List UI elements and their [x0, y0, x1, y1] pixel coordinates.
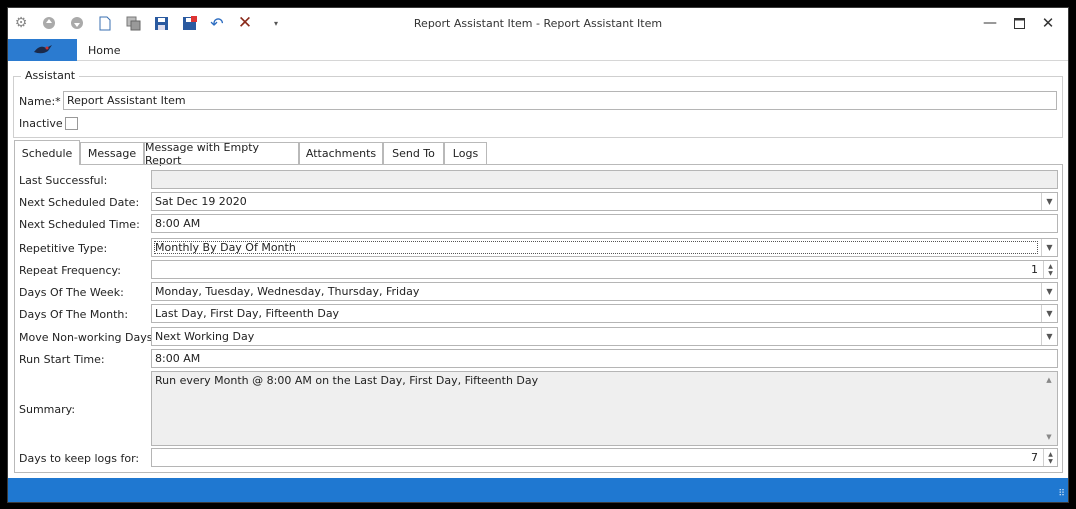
tab-message[interactable]: Message — [80, 142, 144, 164]
maximize-icon[interactable] — [1006, 13, 1032, 33]
repetitive-type-label: Repetitive Type: — [19, 242, 108, 255]
next-scheduled-date-field[interactable]: Sat Dec 19 2020 ▼ — [151, 192, 1058, 211]
repetitive-type-select[interactable]: Monthly By Day Of Month ▼ — [151, 238, 1058, 257]
repeat-frequency-value: 1 — [1031, 263, 1038, 276]
tab-home[interactable]: Home — [88, 44, 120, 57]
window-title: Report Assistant Item - Report Assistant… — [413, 17, 663, 30]
tab-send-to[interactable]: Send To — [383, 142, 444, 164]
days-keep-logs-value: 7 — [1031, 451, 1038, 464]
days-of-week-label: Days Of The Week: — [19, 286, 124, 299]
days-of-month-label: Days Of The Month: — [19, 308, 129, 321]
focus-rect — [152, 239, 1040, 256]
days-of-week-value: Monday, Tuesday, Wednesday, Thursday, Fr… — [155, 285, 420, 298]
close-icon[interactable]: ✕ — [1035, 13, 1061, 33]
summary-textarea[interactable]: Run every Month @ 8:00 AM on the Last Da… — [151, 371, 1058, 446]
tab-schedule[interactable]: Schedule — [14, 140, 80, 165]
report-assistant-window: ⚙ ↶ ✕ ▾ Report Assistant Item - Report A… — [7, 7, 1069, 503]
title-bar: ⚙ ↶ ✕ ▾ Report Assistant Item - Report A… — [8, 8, 1068, 39]
status-bar: ⠿ — [8, 478, 1068, 502]
tab-message-empty-report[interactable]: Message with Empty Report — [144, 141, 299, 167]
move-nonworking-days-select[interactable]: Next Working Day ▼ — [151, 327, 1058, 346]
repeat-frequency-stepper[interactable]: 1 ▲ ▼ — [151, 260, 1058, 279]
inactive-checkbox[interactable] — [65, 117, 78, 130]
days-keep-logs-label: Days to keep logs for: — [19, 452, 140, 465]
ribbon-tabs: Home — [8, 39, 1068, 61]
inactive-label: Inactive — [19, 117, 63, 130]
scroll-down-icon[interactable]: ▼ — [1046, 433, 1051, 441]
chevron-down-icon[interactable]: ▼ — [1041, 305, 1057, 322]
next-scheduled-time-label: Next Scheduled Time: — [19, 218, 140, 231]
name-field[interactable]: Report Assistant Item — [63, 91, 1057, 110]
chevron-down-icon[interactable]: ▼ — [1041, 283, 1057, 300]
tab-logs[interactable]: Logs — [444, 142, 487, 164]
next-scheduled-date-label: Next Scheduled Date: — [19, 196, 140, 209]
spin-up-icon[interactable]: ▲ — [1048, 451, 1053, 458]
spin-buttons[interactable]: ▲ ▼ — [1043, 261, 1057, 278]
last-successful-label: Last Successful: — [19, 174, 108, 187]
resize-grip-icon[interactable]: ⠿ — [1058, 489, 1065, 499]
assistant-group-legend: Assistant — [21, 69, 80, 82]
chevron-down-icon[interactable]: ▼ — [1041, 239, 1057, 256]
summary-scrollbar[interactable]: ▲ ▼ — [1042, 373, 1056, 444]
days-keep-logs-stepper[interactable]: 7 ▲ ▼ — [151, 448, 1058, 467]
name-label: Name:* — [19, 95, 61, 108]
chevron-down-icon[interactable]: ▼ — [1041, 328, 1057, 345]
spin-down-icon[interactable]: ▼ — [1048, 270, 1053, 277]
app-logo-icon — [32, 42, 54, 59]
move-nonworking-days-label: Move Non-working Days: — [19, 331, 157, 344]
days-of-month-value: Last Day, First Day, Fifteenth Day — [155, 307, 340, 320]
summary-value: Run every Month @ 8:00 AM on the Last Da… — [155, 374, 539, 387]
days-of-week-select[interactable]: Monday, Tuesday, Wednesday, Thursday, Fr… — [151, 282, 1058, 301]
last-successful-field — [151, 170, 1058, 189]
run-start-time-field[interactable]: 8:00 AM — [151, 349, 1058, 368]
spin-up-icon[interactable]: ▲ — [1048, 263, 1053, 270]
spin-buttons[interactable]: ▲ ▼ — [1043, 449, 1057, 466]
summary-label: Summary: — [19, 403, 76, 416]
next-scheduled-time-field[interactable]: 8:00 AM — [151, 214, 1058, 233]
move-nonworking-days-value: Next Working Day — [155, 330, 255, 343]
minimize-icon[interactable]: — — [977, 13, 1003, 33]
chevron-down-icon[interactable]: ▼ — [1041, 193, 1057, 210]
tab-attachments[interactable]: Attachments — [299, 142, 383, 164]
days-of-month-select[interactable]: Last Day, First Day, Fifteenth Day ▼ — [151, 304, 1058, 323]
next-scheduled-date-value: Sat Dec 19 2020 — [155, 195, 247, 208]
scroll-up-icon[interactable]: ▲ — [1046, 376, 1051, 384]
spin-down-icon[interactable]: ▼ — [1048, 458, 1053, 465]
application-menu-button[interactable] — [8, 39, 77, 61]
run-start-time-label: Run Start Time: — [19, 353, 105, 366]
repeat-frequency-label: Repeat Frequency: — [19, 264, 121, 277]
